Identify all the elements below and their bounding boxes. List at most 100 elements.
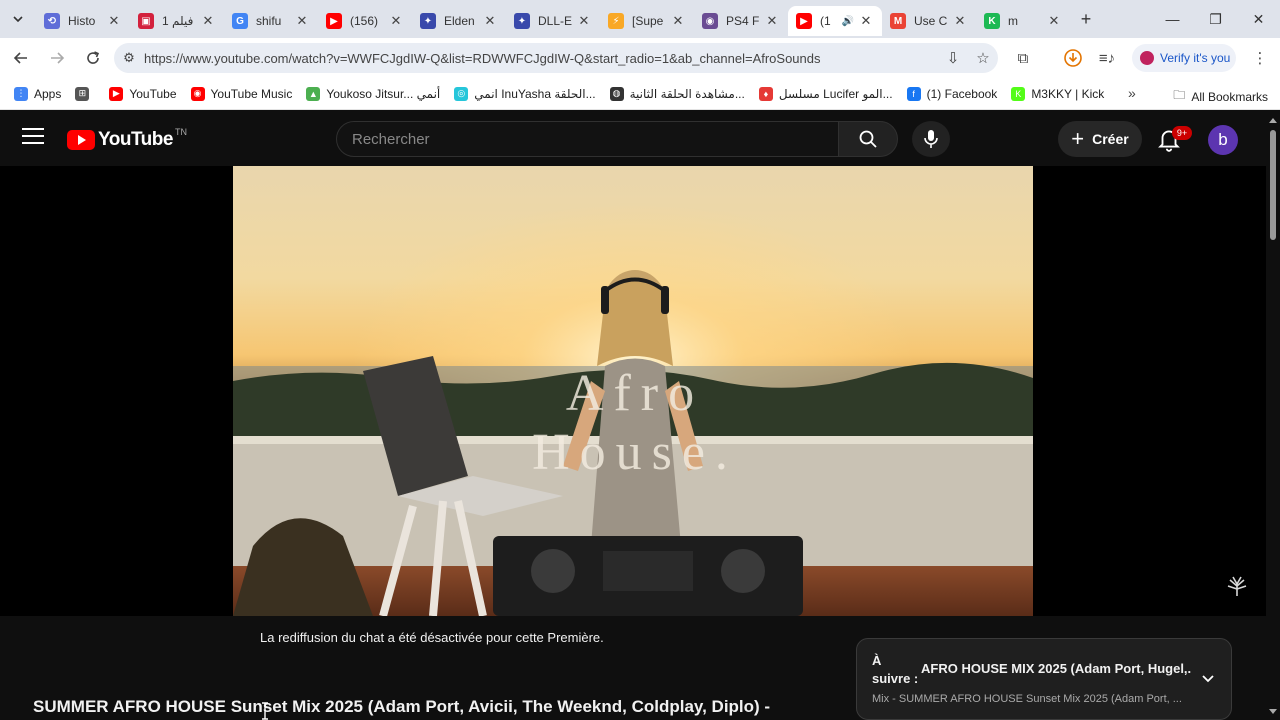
install-app-icon[interactable]: ⇩ bbox=[938, 49, 968, 67]
up-next-label: À suivre : bbox=[872, 653, 919, 686]
menu-icon[interactable] bbox=[22, 128, 44, 150]
bookmark-label: YouTube bbox=[129, 86, 177, 101]
bookmark-item[interactable]: ◉ YouTube Music bbox=[190, 86, 293, 101]
verify-profile-button[interactable]: Verify it's you bbox=[1132, 44, 1236, 72]
tab-label: (156) bbox=[350, 14, 379, 28]
all-bookmarks-label: All Bookmarks bbox=[1191, 89, 1268, 104]
media-control-icon[interactable]: ≡♪ bbox=[1092, 43, 1122, 73]
bookmark-item[interactable]: K M3KKY | Kick bbox=[1011, 86, 1104, 101]
back-button[interactable] bbox=[4, 41, 38, 75]
up-next-panel[interactable]: À suivre : AFRO HOUSE MIX 2025 (Adam Por… bbox=[856, 638, 1232, 720]
url-text[interactable]: https://www.youtube.com/watch?v=WWFCJgdI… bbox=[144, 51, 938, 66]
search-input[interactable]: Rechercher bbox=[336, 121, 839, 157]
youtube-logo[interactable]: YouTube TN bbox=[67, 127, 187, 151]
browser-tab[interactable]: M Use C ✕ bbox=[882, 6, 976, 36]
bookmark-item[interactable]: f (1) Facebook bbox=[906, 86, 998, 101]
reload-icon bbox=[87, 51, 100, 64]
new-tab-button[interactable]: + bbox=[1070, 9, 1102, 30]
youtube-wordmark: YouTube bbox=[98, 129, 173, 150]
close-tab-icon[interactable]: ✕ bbox=[482, 13, 498, 29]
arrow-right-icon bbox=[51, 52, 65, 64]
bookmark-item[interactable]: ♦ مسلسل Lucifer المو... bbox=[758, 86, 893, 101]
scroll-down-icon[interactable] bbox=[1269, 709, 1277, 714]
close-tab-icon[interactable]: ✕ bbox=[388, 13, 404, 29]
close-tab-icon[interactable]: ✕ bbox=[200, 13, 216, 29]
restore-button[interactable]: ❐ bbox=[1194, 0, 1237, 38]
minimize-button[interactable]: — bbox=[1151, 0, 1194, 38]
tab-strip: ⟲ Histo ✕ ▣ 1 فيلم ✕ Gshifu ✕ ▶ (156) ✕ ✦ Elden ✕ ✦ DLL… bbox=[0, 0, 1280, 38]
close-window-button[interactable]: ✕ bbox=[1237, 0, 1280, 38]
close-tab-icon[interactable]: ✕ bbox=[576, 13, 592, 29]
video-player[interactable]: Afro House. bbox=[233, 166, 1033, 616]
tab-label: Histo bbox=[68, 14, 96, 28]
youtube-header: YouTube TN Rechercher + Créer 9+ b bbox=[0, 112, 1266, 166]
region-code: TN bbox=[174, 127, 187, 137]
close-tab-icon[interactable]: ✕ bbox=[1046, 13, 1062, 29]
browser-tab[interactable]: Km ✕ bbox=[976, 6, 1070, 36]
tab-favicon-icon: K bbox=[984, 13, 1000, 29]
search-placeholder: Rechercher bbox=[352, 130, 430, 148]
download-circle-icon bbox=[1064, 49, 1082, 67]
tab-favicon-icon: ⟲ bbox=[44, 13, 60, 29]
bookmark-item[interactable]: ◍ مشاهدة الحلقة الثانية... bbox=[609, 86, 745, 101]
more-bookmarks-icon[interactable]: » bbox=[1128, 85, 1136, 101]
bookmark-favicon-icon: ⋮ bbox=[14, 86, 28, 101]
chevron-down-icon[interactable] bbox=[1201, 671, 1215, 685]
close-tab-icon[interactable]: ✕ bbox=[670, 13, 686, 29]
all-bookmarks-button[interactable]: 🗀 All Bookmarks bbox=[1173, 86, 1268, 107]
site-info-icon[interactable]: ⚙ bbox=[114, 50, 144, 66]
download-icon[interactable] bbox=[1058, 43, 1088, 73]
bookmark-item[interactable]: ⋮ Apps bbox=[14, 86, 62, 101]
tab-label: shifu bbox=[256, 14, 282, 28]
page-scrollbar[interactable] bbox=[1266, 112, 1280, 720]
bookmark-item[interactable]: ⊞ bbox=[75, 86, 95, 101]
tab-label: Elden bbox=[444, 14, 475, 28]
extensions-icon[interactable]: ⧉ bbox=[1008, 43, 1038, 73]
close-tab-icon[interactable]: ✕ bbox=[952, 13, 968, 29]
browser-tab[interactable]: ⟲ Histo ✕ bbox=[36, 6, 130, 36]
browser-tab[interactable]: ▶ (1 🔊 ✕ bbox=[788, 6, 882, 36]
browser-tab[interactable]: ⚡ [Supe ✕ bbox=[600, 6, 694, 36]
close-tab-icon[interactable]: ✕ bbox=[764, 13, 780, 29]
chat-replay-notice: La rediffusion du chat a été désactivée … bbox=[260, 630, 604, 645]
avatar[interactable]: b bbox=[1208, 125, 1238, 155]
up-next-title[interactable]: AFRO HOUSE MIX 2025 (Adam Port, Hugel,..… bbox=[921, 661, 1191, 676]
forward-button[interactable] bbox=[40, 41, 74, 75]
arrow-left-icon bbox=[13, 52, 27, 64]
voice-search-button[interactable] bbox=[912, 121, 950, 157]
browser-tab[interactable]: ✦ DLL-E ✕ bbox=[506, 6, 600, 36]
browser-tab[interactable]: ✦ Elden ✕ bbox=[412, 6, 506, 36]
browser-tab[interactable]: ▣ 1 فيلم ✕ bbox=[130, 6, 224, 36]
browser-tab[interactable]: Gshifu ✕ bbox=[224, 6, 318, 36]
tab-search-button[interactable] bbox=[0, 0, 36, 38]
kebab-menu-icon[interactable]: ⋮ bbox=[1245, 43, 1275, 73]
bookmark-favicon-icon: ⊞ bbox=[75, 86, 90, 101]
address-bar[interactable]: ⚙ https://www.youtube.com/watch?v=WWFCJg… bbox=[114, 43, 998, 73]
bookmark-item[interactable]: ▲ Youkoso Jitsur... أنمي bbox=[306, 86, 441, 101]
folder-icon: 🗀 bbox=[1173, 88, 1186, 102]
bookmark-item[interactable]: ▶ YouTube bbox=[109, 86, 177, 101]
close-tab-icon[interactable]: ✕ bbox=[858, 13, 874, 29]
close-tab-icon[interactable]: ✕ bbox=[294, 13, 310, 29]
channel-watermark-icon[interactable] bbox=[1224, 574, 1250, 598]
bookmark-label: YouTube Music bbox=[210, 86, 293, 101]
bookmark-favicon-icon: K bbox=[1011, 86, 1026, 101]
browser-tab[interactable]: ◉ PS4 F ✕ bbox=[694, 6, 788, 36]
bookmark-item[interactable]: ◎ انمي InuYasha الحلقة... bbox=[454, 86, 596, 101]
tab-label: [Supe bbox=[632, 14, 664, 28]
bookmark-label: (1) Facebook bbox=[926, 86, 998, 101]
scroll-up-icon[interactable] bbox=[1269, 118, 1277, 123]
bookmark-label: Apps bbox=[34, 86, 62, 101]
video-overlay-title: Afro House. bbox=[532, 365, 738, 481]
search-button[interactable] bbox=[838, 121, 898, 157]
close-tab-icon[interactable]: ✕ bbox=[106, 13, 122, 29]
bookmark-star-icon[interactable]: ☆ bbox=[968, 49, 998, 67]
audio-playing-icon[interactable]: 🔊 bbox=[842, 16, 854, 27]
scrollbar-thumb[interactable] bbox=[1270, 130, 1276, 240]
bookmark-label: Youkoso Jitsur... أنمي bbox=[326, 86, 441, 101]
reload-button[interactable] bbox=[76, 41, 110, 75]
tab-label: PS4 F bbox=[726, 14, 760, 28]
create-button[interactable]: + Créer bbox=[1058, 121, 1142, 157]
browser-tab[interactable]: ▶ (156) ✕ bbox=[318, 6, 412, 36]
browser-toolbar: ⚙ https://www.youtube.com/watch?v=WWFCJg… bbox=[0, 38, 1280, 78]
